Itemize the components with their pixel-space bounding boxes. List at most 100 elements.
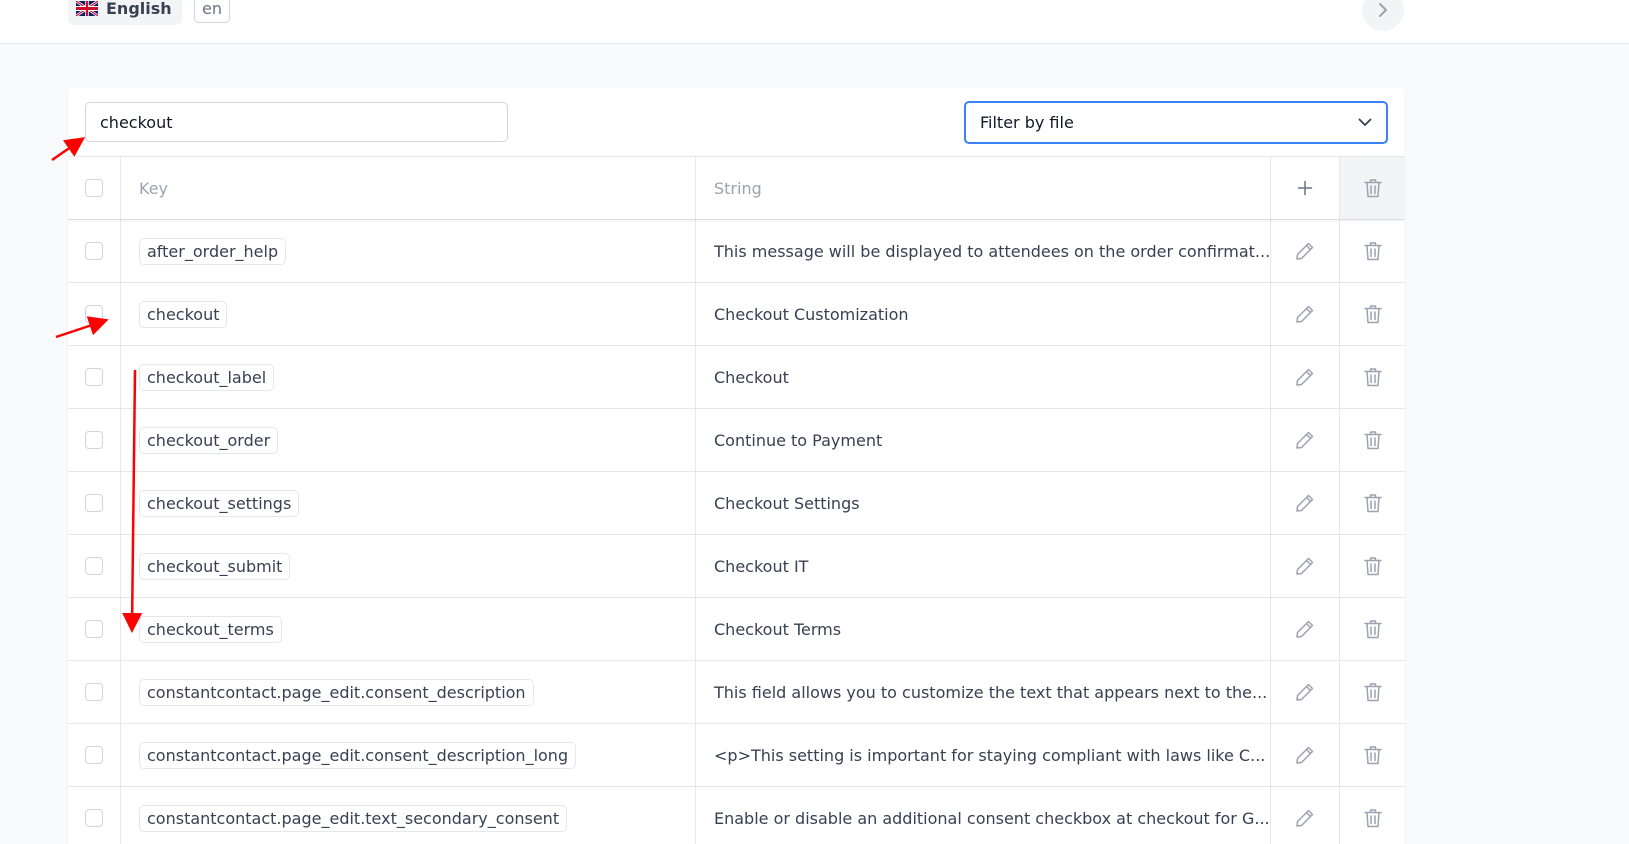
table-row: checkout_terms Checkout Terms xyxy=(68,597,1405,660)
delete-button[interactable] xyxy=(1340,220,1405,282)
pencil-icon xyxy=(1296,305,1314,323)
filter-label: Filter by file xyxy=(980,113,1074,132)
trash-icon xyxy=(1363,305,1382,324)
key-badge: checkout_label xyxy=(139,363,275,391)
row-checkbox[interactable] xyxy=(85,431,103,449)
uk-flag-icon xyxy=(76,1,98,16)
pencil-icon xyxy=(1296,746,1314,764)
key-badge: checkout_settings xyxy=(139,489,300,517)
edit-button[interactable] xyxy=(1271,598,1340,660)
pencil-icon xyxy=(1296,809,1314,827)
string-cell[interactable]: This field allows you to customize the t… xyxy=(696,661,1271,723)
trash-icon xyxy=(1363,431,1382,450)
add-key-button[interactable] xyxy=(1271,157,1340,219)
delete-button[interactable] xyxy=(1340,409,1405,471)
plus-icon xyxy=(1297,180,1313,196)
trash-icon xyxy=(1363,179,1382,198)
language-selector[interactable]: English xyxy=(68,0,182,25)
string-cell[interactable]: Continue to Payment xyxy=(696,409,1271,471)
key-cell: checkout_label xyxy=(121,346,696,408)
next-button[interactable] xyxy=(1362,0,1404,31)
string-cell[interactable]: Checkout Settings xyxy=(696,472,1271,534)
delete-button[interactable] xyxy=(1340,472,1405,534)
pencil-icon xyxy=(1296,683,1314,701)
row-checkbox[interactable] xyxy=(85,809,103,827)
row-select-cell xyxy=(68,535,121,597)
row-select-cell xyxy=(68,472,121,534)
key-badge: after_order_help xyxy=(139,237,287,265)
select-all-cell xyxy=(68,157,121,219)
string-cell[interactable]: <p>This setting is important for staying… xyxy=(696,724,1271,786)
key-badge: checkout xyxy=(139,300,228,328)
delete-button[interactable] xyxy=(1340,283,1405,345)
language-name: English xyxy=(106,0,172,18)
row-checkbox[interactable] xyxy=(85,746,103,764)
string-cell[interactable]: Checkout xyxy=(696,346,1271,408)
string-cell[interactable]: Enable or disable an additional consent … xyxy=(696,787,1271,844)
key-cell: checkout_order xyxy=(121,409,696,471)
key-cell: checkout_settings xyxy=(121,472,696,534)
edit-button[interactable] xyxy=(1271,220,1340,282)
edit-button[interactable] xyxy=(1271,346,1340,408)
delete-button[interactable] xyxy=(1340,787,1405,844)
delete-button[interactable] xyxy=(1340,598,1405,660)
key-badge: constantcontact.page_edit.consent_descri… xyxy=(139,678,534,706)
string-cell[interactable]: This message will be displayed to attend… xyxy=(696,220,1271,282)
table-header: Key String xyxy=(68,156,1405,219)
row-checkbox[interactable] xyxy=(85,305,103,323)
pencil-icon xyxy=(1296,494,1314,512)
select-all-checkbox[interactable] xyxy=(85,179,103,197)
edit-button[interactable] xyxy=(1271,535,1340,597)
edit-button[interactable] xyxy=(1271,661,1340,723)
table-row: checkout Checkout Customization xyxy=(68,282,1405,345)
string-cell[interactable]: Checkout Terms xyxy=(696,598,1271,660)
row-checkbox[interactable] xyxy=(85,557,103,575)
column-header-string[interactable]: String xyxy=(696,157,1271,219)
edit-button[interactable] xyxy=(1271,472,1340,534)
key-cell: constantcontact.page_edit.consent_descri… xyxy=(121,661,696,723)
row-checkbox[interactable] xyxy=(85,368,103,386)
edit-button[interactable] xyxy=(1271,283,1340,345)
edit-button[interactable] xyxy=(1271,409,1340,471)
row-select-cell xyxy=(68,220,121,282)
string-cell[interactable]: Checkout Customization xyxy=(696,283,1271,345)
search-input[interactable] xyxy=(85,102,508,142)
row-select-cell xyxy=(68,409,121,471)
table-row: after_order_help This message will be dis… xyxy=(68,219,1405,282)
key-badge: checkout_terms xyxy=(139,615,282,643)
trash-icon xyxy=(1363,620,1382,639)
key-badge: checkout_order xyxy=(139,426,279,454)
pencil-icon xyxy=(1296,368,1314,386)
row-select-cell xyxy=(68,283,121,345)
pencil-icon xyxy=(1296,557,1314,575)
chevron-down-icon xyxy=(1358,118,1372,126)
column-header-key[interactable]: Key xyxy=(121,157,696,219)
bulk-delete-button[interactable] xyxy=(1340,157,1405,219)
table-row: checkout_order Continue to Payment xyxy=(68,408,1405,471)
row-select-cell xyxy=(68,724,121,786)
row-checkbox[interactable] xyxy=(85,620,103,638)
key-badge: checkout_submit xyxy=(139,552,291,580)
table-row: constantcontact.page_edit.consent_descri… xyxy=(68,723,1405,786)
key-cell: after_order_help xyxy=(121,220,696,282)
chevron-right-icon xyxy=(1379,3,1387,17)
row-checkbox[interactable] xyxy=(85,683,103,701)
delete-button[interactable] xyxy=(1340,661,1405,723)
key-cell: constantcontact.page_edit.consent_descri… xyxy=(121,724,696,786)
edit-button[interactable] xyxy=(1271,724,1340,786)
trash-icon xyxy=(1363,557,1382,576)
row-checkbox[interactable] xyxy=(85,242,103,260)
delete-button[interactable] xyxy=(1340,535,1405,597)
filter-by-file-select[interactable]: Filter by file xyxy=(964,101,1388,144)
row-select-cell xyxy=(68,598,121,660)
string-cell[interactable]: Checkout IT xyxy=(696,535,1271,597)
delete-button[interactable] xyxy=(1340,346,1405,408)
key-badge: constantcontact.page_edit.text_secondary… xyxy=(139,804,568,832)
key-cell: checkout_submit xyxy=(121,535,696,597)
row-select-cell xyxy=(68,787,121,844)
delete-button[interactable] xyxy=(1340,724,1405,786)
pencil-icon xyxy=(1296,431,1314,449)
edit-button[interactable] xyxy=(1271,787,1340,844)
row-checkbox[interactable] xyxy=(85,494,103,512)
trash-icon xyxy=(1363,494,1382,513)
